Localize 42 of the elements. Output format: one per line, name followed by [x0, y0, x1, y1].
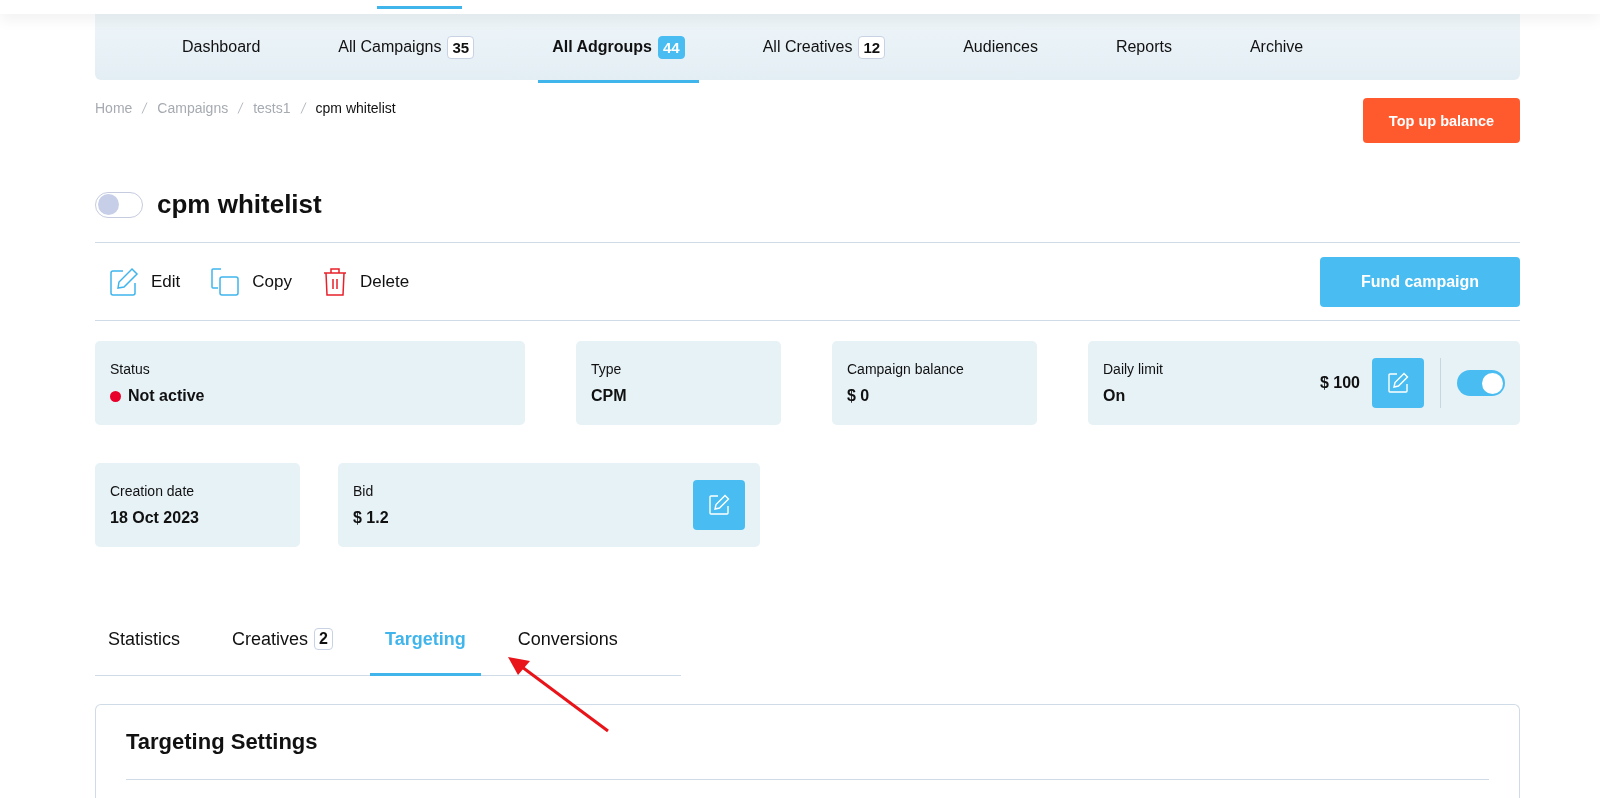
action-button[interactable]: Delete — [322, 266, 410, 297]
nav-tab[interactable]: Audiences — [963, 14, 1038, 83]
copy-icon — [210, 266, 241, 297]
tab[interactable]: Statistics — [95, 605, 196, 676]
pencil-icon — [708, 494, 730, 516]
breadcrumb-link[interactable]: cpm whitelist — [315, 100, 396, 116]
card-label: Daily limit — [1103, 361, 1163, 377]
card-label: Creation date — [110, 483, 196, 499]
pencil-icon — [1387, 372, 1409, 394]
nav-tab[interactable]: Archive — [1249, 14, 1304, 83]
trash-icon — [322, 266, 348, 297]
nav-tab[interactable]: All Campaigns 35 — [338, 14, 475, 83]
edit-button[interactable] — [693, 480, 745, 530]
card-value: On — [1103, 387, 1126, 405]
card-label: Bid — [353, 483, 375, 499]
edit-button[interactable] — [1372, 358, 1424, 408]
card-value: $ 1.2 — [353, 509, 389, 527]
pencil-icon — [109, 266, 139, 297]
card-label: Campaign balance — [847, 361, 964, 377]
nav-tab[interactable]: All Creatives 12 — [762, 14, 886, 83]
nav-tab[interactable]: Dashboard — [182, 14, 261, 83]
toggle-switch[interactable] — [95, 191, 143, 218]
nav-tab[interactable]: Reports — [1115, 14, 1172, 83]
separator-icon — [299, 102, 307, 114]
separator-icon — [237, 102, 245, 114]
nav-tab[interactable]: All Adgroups 44 — [538, 14, 699, 83]
card-value: CPM — [591, 387, 627, 405]
action-button[interactable]: Edit — [109, 266, 181, 297]
action-button[interactable]: Copy — [210, 266, 292, 297]
panel-title: Targeting Settings — [126, 729, 319, 755]
card-label: Type — [591, 361, 623, 377]
card-value: 18 Oct 2023 — [110, 509, 199, 527]
campaign-title: cpm whitelist — [157, 189, 322, 220]
tab[interactable]: Creatives 2 — [217, 605, 348, 676]
tab[interactable]: Conversions — [502, 605, 633, 676]
separator-icon — [141, 102, 149, 114]
limit-amount: $ 100 — [1319, 374, 1360, 392]
toggle-switch[interactable] — [1457, 370, 1505, 396]
card-value: Not active — [128, 387, 205, 405]
card-value: $ 0 — [847, 387, 870, 405]
status-dot — [110, 390, 121, 402]
card-label: Status — [110, 361, 151, 377]
